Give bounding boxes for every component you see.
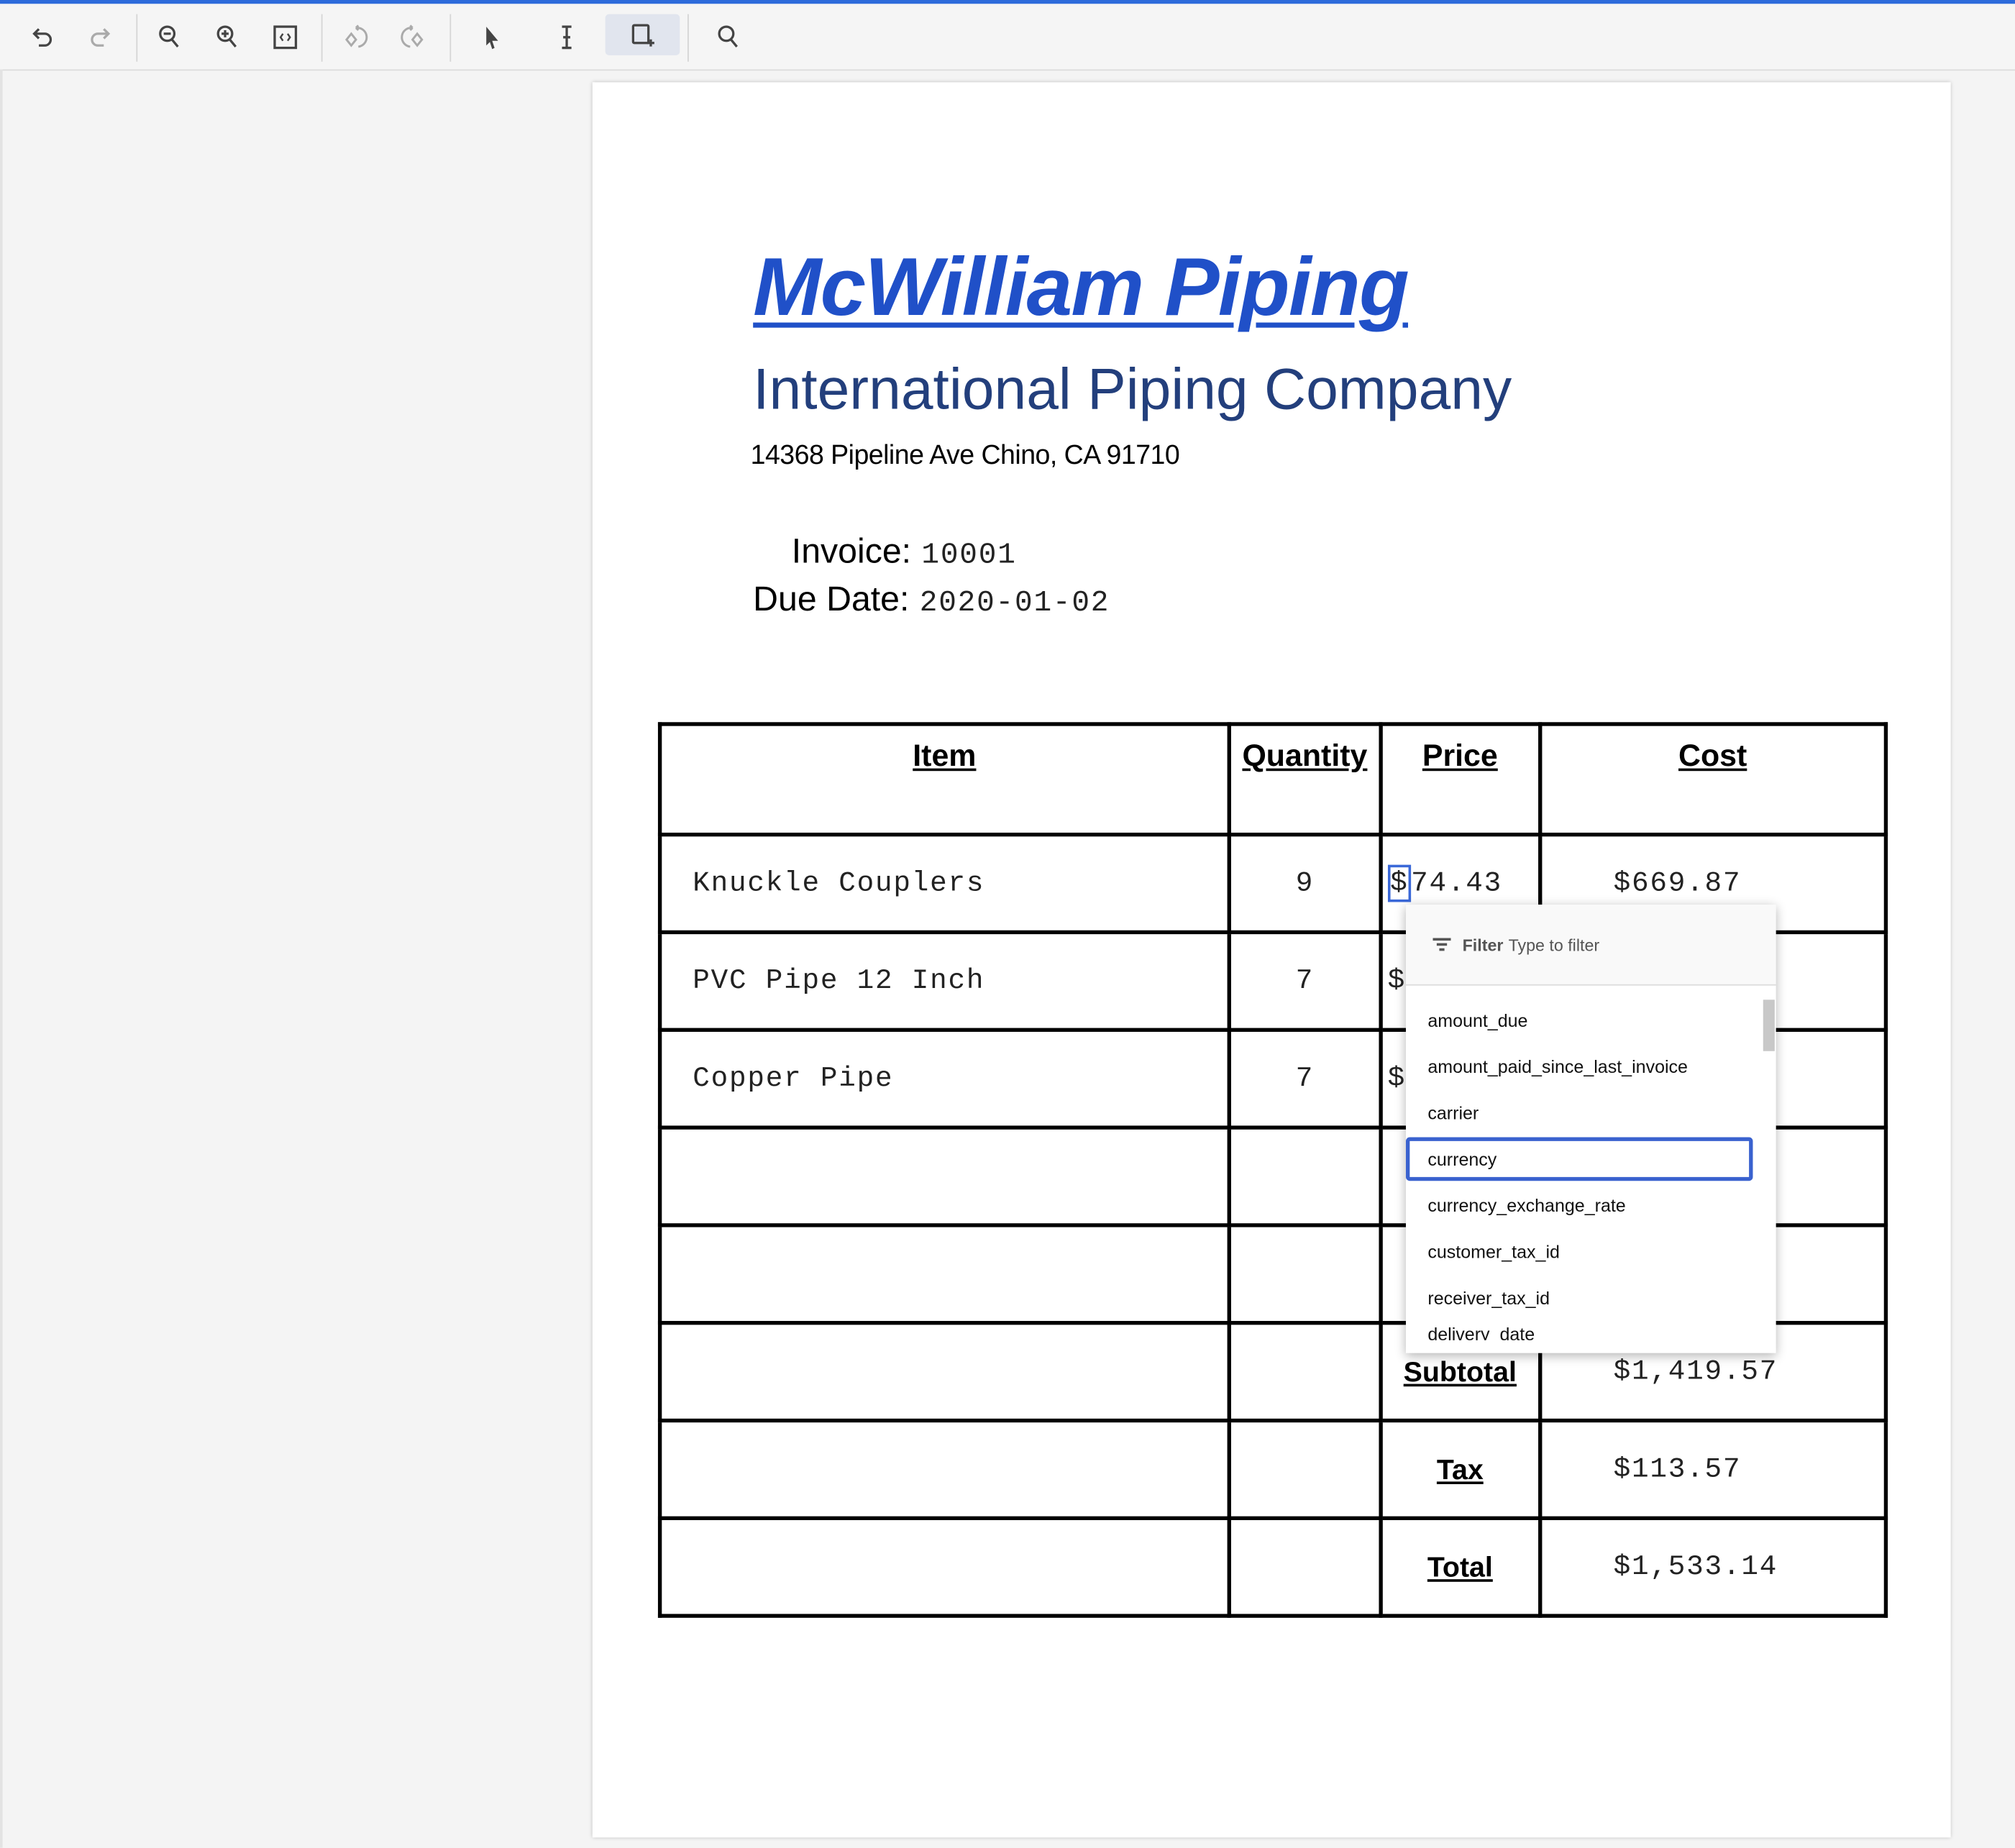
text-select-icon <box>562 25 572 50</box>
dropdown-option[interactable]: amount_paid_since_last_invoice <box>1406 1045 1753 1089</box>
draw-box-icon <box>631 24 654 47</box>
invoice-label: Invoice: <box>791 531 912 571</box>
zoom-out-icon <box>159 25 179 47</box>
invoice-value: 10001 <box>921 538 1017 572</box>
due-date-value: 2020-01-02 <box>919 585 1110 620</box>
toolbar-divider <box>321 14 323 62</box>
toolbar <box>0 4 2015 71</box>
due-date-label: Due Date: <box>753 579 910 618</box>
quantity-cell[interactable]: 9 <box>1227 832 1383 935</box>
rotate-right-button[interactable] <box>390 15 434 59</box>
total-value[interactable]: $1,533.14 <box>1537 1516 1888 1618</box>
zoom-in-button[interactable] <box>206 15 250 59</box>
header-item: Item <box>657 722 1231 837</box>
item-cell[interactable]: Knuckle Couplers <box>657 832 1231 935</box>
dropdown-option[interactable]: customer_tax_id <box>1406 1230 1753 1273</box>
header-cost: Cost <box>1537 722 1888 837</box>
search-button[interactable] <box>707 15 751 59</box>
tax-value[interactable]: $113.57 <box>1537 1418 1888 1521</box>
toolbar-divider <box>687 14 689 62</box>
redo-icon <box>91 28 111 47</box>
tax-row: Tax $113.57 <box>657 1418 1888 1521</box>
filter-icon <box>1433 938 1451 951</box>
zoom-in-icon <box>216 25 237 47</box>
toolbar-divider <box>449 14 452 62</box>
text-select-tool-button[interactable] <box>545 15 589 59</box>
tax-label: Tax <box>1379 1418 1542 1521</box>
zoom-out-button[interactable] <box>148 15 192 59</box>
toolbar-divider <box>136 14 138 62</box>
undo-button[interactable] <box>21 15 65 59</box>
price-value: 74.43 <box>1411 867 1503 900</box>
dropdown-scrollbar[interactable] <box>1763 1000 1775 1051</box>
search-icon <box>718 25 738 47</box>
fit-page-icon <box>273 25 298 50</box>
company-address: 14368 Pipeline Ave Chino, CA 91710 <box>750 440 1180 471</box>
total-label: Total <box>1379 1516 1542 1618</box>
quantity-cell[interactable]: 7 <box>1227 930 1383 1032</box>
header-price: Price <box>1379 722 1542 837</box>
dropdown-option-selected[interactable]: currency <box>1405 1137 1753 1181</box>
fit-page-button[interactable] <box>263 15 307 59</box>
dropdown-option[interactable]: delivery_date <box>1406 1322 1753 1340</box>
filter-label: Filter <box>1462 935 1504 954</box>
pointer-tool-button[interactable] <box>470 15 514 59</box>
dropdown-option[interactable]: receiver_tax_id <box>1406 1276 1753 1319</box>
dropdown-option-label: delivery_date <box>1427 1323 1535 1340</box>
invoice-number-line: Invoice: 10001 <box>792 532 1017 572</box>
filter-input[interactable]: Filter Type to filter <box>1405 905 1776 986</box>
field-dropdown: Filter Type to filter amount_due amount_… <box>1405 905 1776 1353</box>
quantity-cell[interactable]: 7 <box>1227 1028 1383 1130</box>
pointer-icon <box>486 27 498 50</box>
header-quantity: Quantity <box>1227 722 1383 837</box>
due-date-line: Due Date: 2020-01-02 <box>753 580 1110 619</box>
left-panel-edge <box>0 69 3 1848</box>
rotate-left-button[interactable] <box>334 15 378 59</box>
undo-icon <box>32 28 52 47</box>
rotate-left-icon <box>345 24 368 48</box>
company-subtitle: International Piping Company <box>753 355 1512 422</box>
draw-box-tool-button[interactable] <box>605 14 680 55</box>
dropdown-option[interactable]: amount_due <box>1406 998 1753 1042</box>
table-header-row: Item Quantity Price Cost <box>657 722 1888 837</box>
dropdown-option[interactable]: carrier <box>1406 1091 1753 1135</box>
item-cell[interactable]: PVC Pipe 12 Inch <box>657 930 1231 1032</box>
dropdown-option[interactable]: currency_exchange_rate <box>1406 1184 1753 1227</box>
item-cell[interactable]: Copper Pipe <box>657 1028 1231 1130</box>
rotate-right-icon <box>401 24 424 48</box>
total-row: Total $1,533.14 <box>657 1516 1888 1618</box>
redo-button[interactable] <box>78 15 122 59</box>
filter-placeholder: Type to filter <box>1508 935 1600 954</box>
selected-text-box[interactable]: $ <box>1387 864 1412 902</box>
company-title: McWilliam Piping <box>753 240 1409 333</box>
